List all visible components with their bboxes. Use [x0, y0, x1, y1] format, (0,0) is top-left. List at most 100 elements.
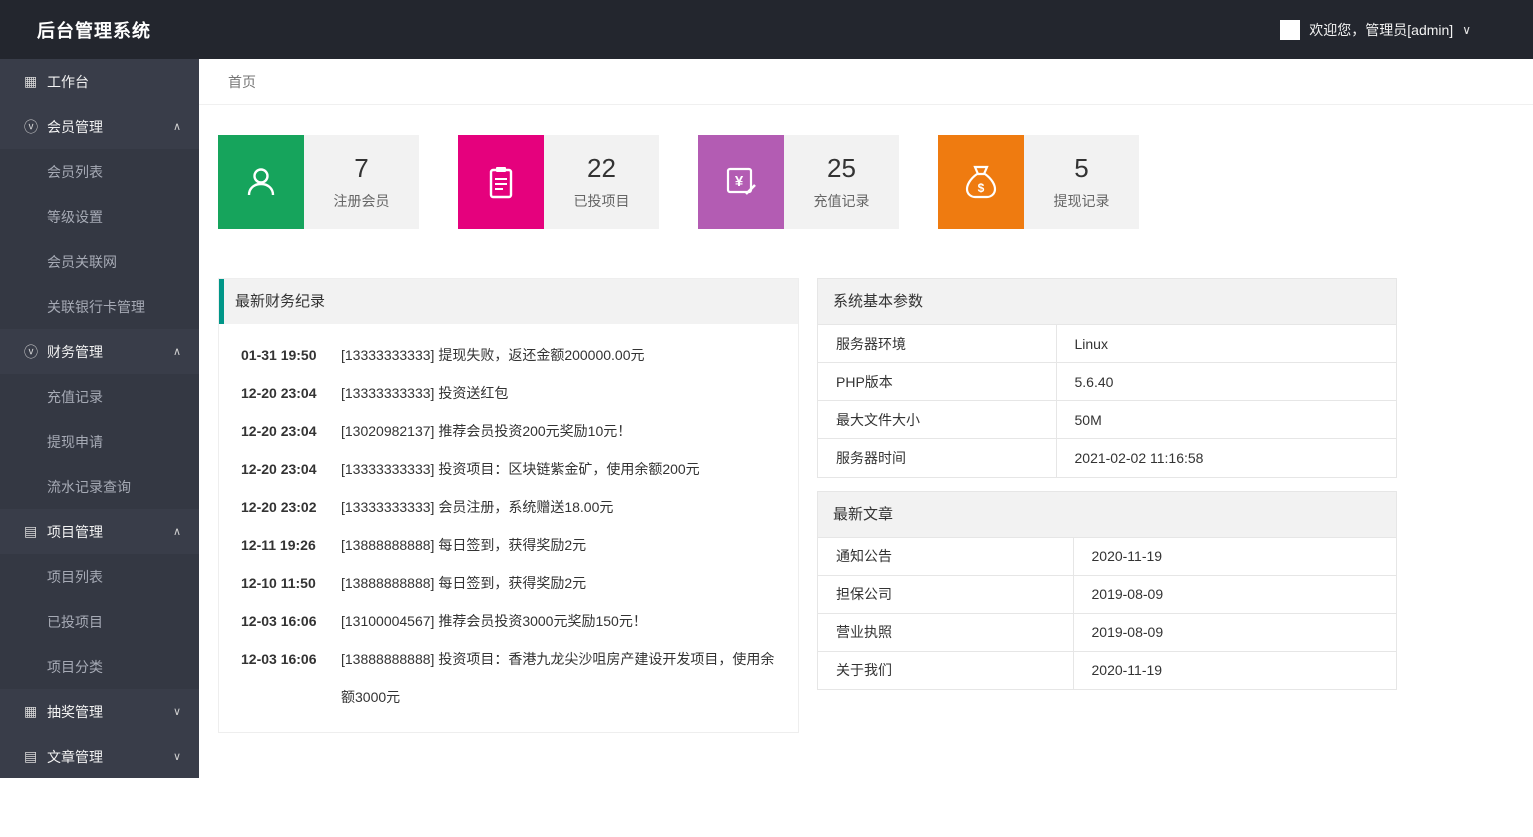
sidebar-item-label: 项目管理	[47, 522, 103, 542]
table-row: 服务器时间 2021-02-02 11:16:58	[818, 439, 1396, 477]
panel-title: 系统基本参数	[818, 279, 1396, 324]
record-text: [13888888888] 每日签到，获得奖励2元	[341, 526, 778, 564]
param-name: PHP版本	[818, 363, 1056, 401]
param-value: 50M	[1056, 401, 1396, 439]
sidebar-item-recharge-records[interactable]: 充值记录	[0, 374, 199, 419]
sidebar-item-finance[interactable]: ⓥ 财务管理 ∧	[0, 329, 199, 374]
finance-record: 12-11 19:26 [13888888888] 每日签到，获得奖励2元	[241, 526, 778, 564]
article-title[interactable]: 通知公告	[818, 537, 1073, 575]
stat-card-recharge-records[interactable]: ¥ 25 充值记录	[698, 135, 899, 229]
sidebar-item-workbench[interactable]: ▦ 工作台	[0, 59, 199, 104]
breadcrumb-home[interactable]: 首页	[228, 74, 256, 90]
sidebar-item-project-categories[interactable]: 项目分类	[0, 644, 199, 689]
sidebar-item-project-list[interactable]: 项目列表	[0, 554, 199, 599]
table-row: 担保公司 2019-08-09	[818, 575, 1396, 613]
record-text: [13100004567] 推荐会员投资3000元奖励150元！	[341, 602, 778, 640]
sidebar-item-label: 抽奖管理	[47, 702, 103, 722]
sidebar-item-withdraw-requests[interactable]: 提现申请	[0, 419, 199, 464]
finance-record: 12-10 11:50 [13888888888] 每日签到，获得奖励2元	[241, 564, 778, 602]
sidebar-item-label: 文章管理	[47, 747, 103, 767]
chevron-up-icon: ∧	[173, 120, 181, 133]
user-menu[interactable]: 欢迎您，管理员[admin] ∨	[1280, 20, 1533, 40]
stat-icon-box	[218, 135, 304, 229]
stat-label: 注册会员	[334, 191, 390, 211]
topbar: 后台管理系统 欢迎您，管理员[admin] ∨	[0, 0, 1533, 59]
sidebar-item-invested-projects[interactable]: 已投项目	[0, 599, 199, 644]
table-row: 营业执照 2019-08-09	[818, 613, 1396, 651]
sidebar-item-articles[interactable]: ▤ 文章管理 ∨	[0, 734, 199, 778]
param-name: 最大文件大小	[818, 401, 1056, 439]
app-title: 后台管理系统	[0, 17, 151, 43]
projects-icon: ▤	[24, 523, 47, 540]
sidebar-item-label: 工作台	[47, 72, 89, 92]
stat-label: 提现记录	[1054, 191, 1110, 211]
sidebar-item-projects[interactable]: ▤ 项目管理 ∧	[0, 509, 199, 554]
finance-record: 12-20 23:04 [13333333333] 投资送红包	[241, 374, 778, 412]
stat-label: 已投项目	[574, 191, 630, 211]
latest-articles-panel: 最新文章 通知公告 2020-11-19 担保公司 2019-08-09	[817, 491, 1397, 691]
finance-record-list: 01-31 19:50 [13333333333] 提现失败，返还金额20000…	[219, 324, 798, 732]
stat-card-withdraw-records[interactable]: $ 5 提现记录	[938, 135, 1139, 229]
table-row: 关于我们 2020-11-19	[818, 651, 1396, 689]
article-title[interactable]: 担保公司	[818, 575, 1073, 613]
record-time: 12-20 23:04	[241, 450, 341, 488]
stat-icon-box	[458, 135, 544, 229]
record-text: [13888888888] 投资项目：香港九龙尖沙咀房产建设开发项目，使用余额3…	[341, 640, 778, 716]
right-column: 系统基本参数 服务器环境 Linux PHP版本 5.6.40	[817, 278, 1397, 690]
record-time: 01-31 19:50	[241, 336, 341, 374]
param-name: 服务器时间	[818, 439, 1056, 477]
record-time: 12-20 23:04	[241, 374, 341, 412]
panel-title: 最新财务纪录	[219, 279, 798, 324]
latest-articles-table: 通知公告 2020-11-19 担保公司 2019-08-09 营业执照 201…	[818, 537, 1396, 690]
members-icon: ⓥ	[24, 117, 47, 137]
stat-card-invested-projects[interactable]: 22 已投项目	[458, 135, 659, 229]
stat-card-registered-members[interactable]: 7 注册会员	[218, 135, 419, 229]
finance-record: 01-31 19:50 [13333333333] 提现失败，返还金额20000…	[241, 336, 778, 374]
param-value: 5.6.40	[1056, 363, 1396, 401]
chevron-down-icon: ∨	[173, 705, 181, 718]
stat-meta: 22 已投项目	[544, 135, 659, 229]
record-text: [13020982137] 推荐会员投资200元奖励10元！	[341, 412, 778, 450]
welcome-text: 欢迎您，管理员[admin]	[1309, 20, 1453, 40]
article-title[interactable]: 营业执照	[818, 613, 1073, 651]
breadcrumb: 首页	[199, 59, 1533, 105]
yuan-receipt-icon: ¥	[721, 162, 761, 202]
articles-icon: ▤	[24, 748, 47, 765]
clipboard-icon	[481, 162, 521, 202]
finance-records-panel: 最新财务纪录 01-31 19:50 [13333333333] 提现失败，返还…	[218, 278, 799, 733]
stat-cards-row: 7 注册会员 22 已投项目	[218, 135, 1533, 229]
article-title[interactable]: 关于我们	[818, 651, 1073, 689]
sidebar-item-members[interactable]: ⓥ 会员管理 ∧	[0, 104, 199, 149]
lottery-icon: ▦	[24, 703, 47, 720]
money-bag-icon: $	[961, 162, 1001, 202]
panels-row: 最新财务纪录 01-31 19:50 [13333333333] 提现失败，返还…	[218, 278, 1533, 733]
chevron-up-icon: ∧	[173, 525, 181, 538]
sidebar-item-member-list[interactable]: 会员列表	[0, 149, 199, 194]
dashboard-content: 7 注册会员 22 已投项目	[199, 105, 1533, 733]
record-text: [13888888888] 每日签到，获得奖励2元	[341, 564, 778, 602]
table-row: 服务器环境 Linux	[818, 325, 1396, 363]
chevron-down-icon: ∨	[173, 750, 181, 763]
record-time: 12-20 23:04	[241, 412, 341, 450]
sidebar-item-level-settings[interactable]: 等级设置	[0, 194, 199, 239]
article-date: 2019-08-09	[1073, 575, 1396, 613]
record-time: 12-20 23:02	[241, 488, 341, 526]
sidebar-item-flow-records[interactable]: 流水记录查询	[0, 464, 199, 509]
finance-record: 12-20 23:04 [13333333333] 投资项目：区块链紫金矿，使用…	[241, 450, 778, 488]
svg-text:¥: ¥	[735, 173, 744, 190]
finance-record: 12-03 16:06 [13888888888] 投资项目：香港九龙尖沙咀房产…	[241, 640, 778, 716]
system-params-table: 服务器环境 Linux PHP版本 5.6.40 最大文件大小 50M	[818, 324, 1396, 477]
chevron-down-icon: ∨	[1462, 23, 1471, 37]
record-text: [13333333333] 投资送红包	[341, 374, 778, 412]
chevron-up-icon: ∧	[173, 345, 181, 358]
main-area: 首页 7 注册会员	[199, 59, 1533, 733]
sidebar-item-lottery[interactable]: ▦ 抽奖管理 ∨	[0, 689, 199, 734]
record-text: [13333333333] 会员注册，系统赠送18.00元	[341, 488, 778, 526]
article-date: 2020-11-19	[1073, 651, 1396, 689]
sidebar-item-bank-cards[interactable]: 关联银行卡管理	[0, 284, 199, 329]
record-time: 12-03 16:06	[241, 602, 341, 640]
stat-icon-box: $	[938, 135, 1024, 229]
record-time: 12-10 11:50	[241, 564, 341, 602]
sidebar-item-member-network[interactable]: 会员关联网	[0, 239, 199, 284]
sidebar: ▦ 工作台 ⓥ 会员管理 ∧ 会员列表 等级设置 会员关联网 关联银行卡管理 ⓥ…	[0, 59, 199, 778]
